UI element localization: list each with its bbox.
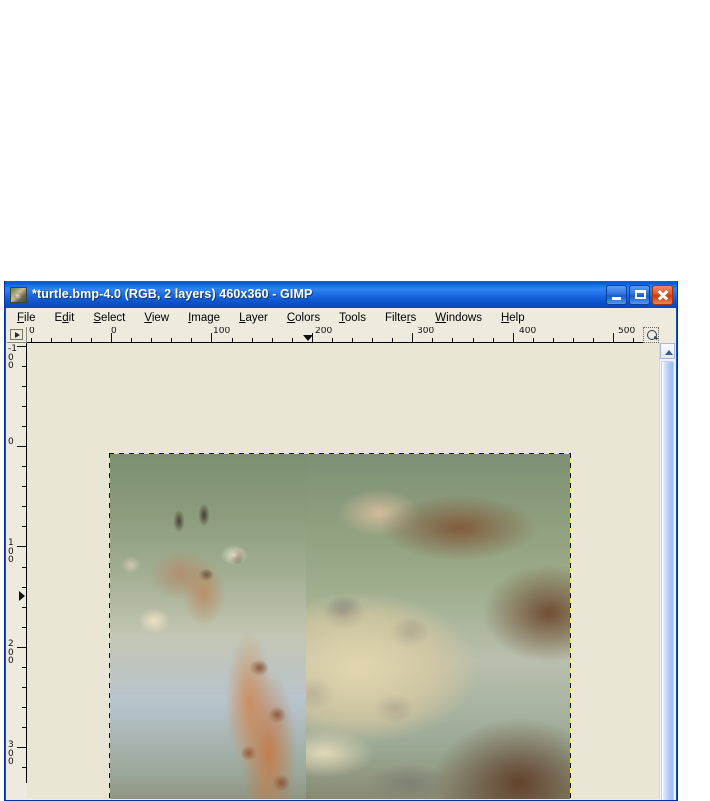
vruler-label-200: 200 xyxy=(8,639,14,666)
vertical-scrollbar[interactable] xyxy=(659,343,675,800)
vruler-tick xyxy=(22,687,26,688)
hruler-tick xyxy=(252,338,253,342)
vruler-tick xyxy=(22,567,26,568)
hruler-tick xyxy=(412,333,413,342)
vruler-tick xyxy=(17,546,26,547)
vruler-tick xyxy=(22,587,26,588)
hruler-tick xyxy=(573,338,574,342)
vruler-tick xyxy=(22,386,26,387)
vruler-tick xyxy=(17,747,26,748)
horizontal-ruler[interactable]: 0 0 100 200 300 400 500 xyxy=(27,327,643,343)
hruler-tick xyxy=(31,338,32,342)
hruler-label-500: 500 xyxy=(618,327,636,336)
vertical-ruler[interactable]: -100 0 100 200 300 xyxy=(7,343,27,783)
menu-select[interactable]: Select xyxy=(93,309,135,327)
maximize-button[interactable] xyxy=(629,284,650,305)
menu-expand-icon[interactable] xyxy=(10,329,23,340)
hruler-tick xyxy=(171,338,172,342)
hruler-label-200: 200 xyxy=(315,327,333,336)
vruler-tick xyxy=(22,707,26,708)
hruler-tick xyxy=(211,333,212,342)
hruler-tick xyxy=(292,338,293,342)
window-client-area: File Edit Select View Image Layer Colors… xyxy=(6,308,676,800)
menu-edit[interactable]: Edit xyxy=(55,309,85,327)
hruler-tick xyxy=(513,333,514,342)
hruler-label-origin: 0 xyxy=(29,327,35,336)
hruler-tick xyxy=(272,338,273,342)
menu-layer[interactable]: Layer xyxy=(239,309,278,327)
minimize-button[interactable] xyxy=(606,284,627,305)
vruler-label-300: 300 xyxy=(8,740,14,767)
image-composite[interactable] xyxy=(109,453,571,799)
vruler-position-marker xyxy=(19,591,25,601)
giraffe-layer xyxy=(109,453,306,799)
vruler-label-100: 100 xyxy=(8,538,14,565)
hruler-label-400: 400 xyxy=(519,327,537,336)
menubar: File Edit Select View Image Layer Colors… xyxy=(7,309,675,327)
hruler-tick xyxy=(493,338,494,342)
vruler-label-minus100: -100 xyxy=(8,344,17,371)
hruler-tick xyxy=(452,338,453,342)
hruler-tick xyxy=(553,338,554,342)
hruler-label-100: 100 xyxy=(213,327,231,336)
hruler-tick xyxy=(613,333,614,342)
hruler-tick xyxy=(151,338,152,342)
hruler-tick xyxy=(91,338,92,342)
vruler-tick xyxy=(22,366,26,367)
window-title: *turtle.bmp-4.0 (RGB, 2 layers) 460x360 … xyxy=(32,287,313,301)
menu-tools[interactable]: Tools xyxy=(339,309,376,327)
vruler-tick xyxy=(22,526,26,527)
screen: *turtle.bmp-4.0 (RGB, 2 layers) 460x360 … xyxy=(0,0,710,801)
hruler-tick xyxy=(392,338,393,342)
chevron-up-icon[interactable] xyxy=(660,343,675,359)
hruler-tick xyxy=(633,338,634,342)
hruler-tick xyxy=(191,338,192,342)
menu-file[interactable]: File xyxy=(17,309,46,327)
vruler-tick xyxy=(22,627,26,628)
window-controls xyxy=(606,284,675,305)
hruler-tick xyxy=(51,338,52,342)
menu-image[interactable]: Image xyxy=(188,309,230,327)
menu-windows[interactable]: Windows xyxy=(435,309,492,327)
menu-view[interactable]: View xyxy=(144,309,179,327)
vruler-tick xyxy=(22,466,26,467)
vruler-tick xyxy=(22,506,26,507)
hruler-label-300: 300 xyxy=(417,327,435,336)
image-canvas[interactable] xyxy=(27,343,659,799)
scrollbar-thumb[interactable] xyxy=(661,361,674,800)
hruler-tick xyxy=(312,333,313,342)
vruler-tick xyxy=(22,767,26,768)
hruler-tick xyxy=(111,333,112,342)
close-button[interactable] xyxy=(652,284,673,305)
vruler-tick xyxy=(22,486,26,487)
menu-filters[interactable]: Filters xyxy=(385,309,426,327)
hruler-tick xyxy=(593,338,594,342)
hruler-tick xyxy=(232,338,233,342)
hruler-tick xyxy=(352,338,353,342)
vruler-tick xyxy=(22,426,26,427)
vruler-tick xyxy=(17,647,26,648)
hruler-tick xyxy=(332,338,333,342)
vruler-tick xyxy=(22,607,26,608)
hruler-tick xyxy=(533,338,534,342)
ruler-corner[interactable] xyxy=(7,327,27,343)
vruler-tick xyxy=(22,667,26,668)
vruler-tick xyxy=(17,446,26,447)
vruler-tick xyxy=(22,406,26,407)
gimp-image-window: *turtle.bmp-4.0 (RGB, 2 layers) 460x360 … xyxy=(4,281,678,801)
menu-colors[interactable]: Colors xyxy=(287,309,330,327)
window-titlebar[interactable]: *turtle.bmp-4.0 (RGB, 2 layers) 460x360 … xyxy=(5,281,677,308)
hruler-tick xyxy=(432,338,433,342)
hruler-tick xyxy=(372,338,373,342)
gimp-image-thumbnail-icon xyxy=(10,287,27,303)
vruler-label-0: 0 xyxy=(8,437,14,447)
hruler-tick xyxy=(473,338,474,342)
magnifier-icon[interactable] xyxy=(643,327,659,343)
vruler-tick xyxy=(17,346,26,347)
menu-help[interactable]: Help xyxy=(501,309,535,327)
hruler-tick xyxy=(71,338,72,342)
vruler-tick xyxy=(22,727,26,728)
hruler-tick xyxy=(131,338,132,342)
